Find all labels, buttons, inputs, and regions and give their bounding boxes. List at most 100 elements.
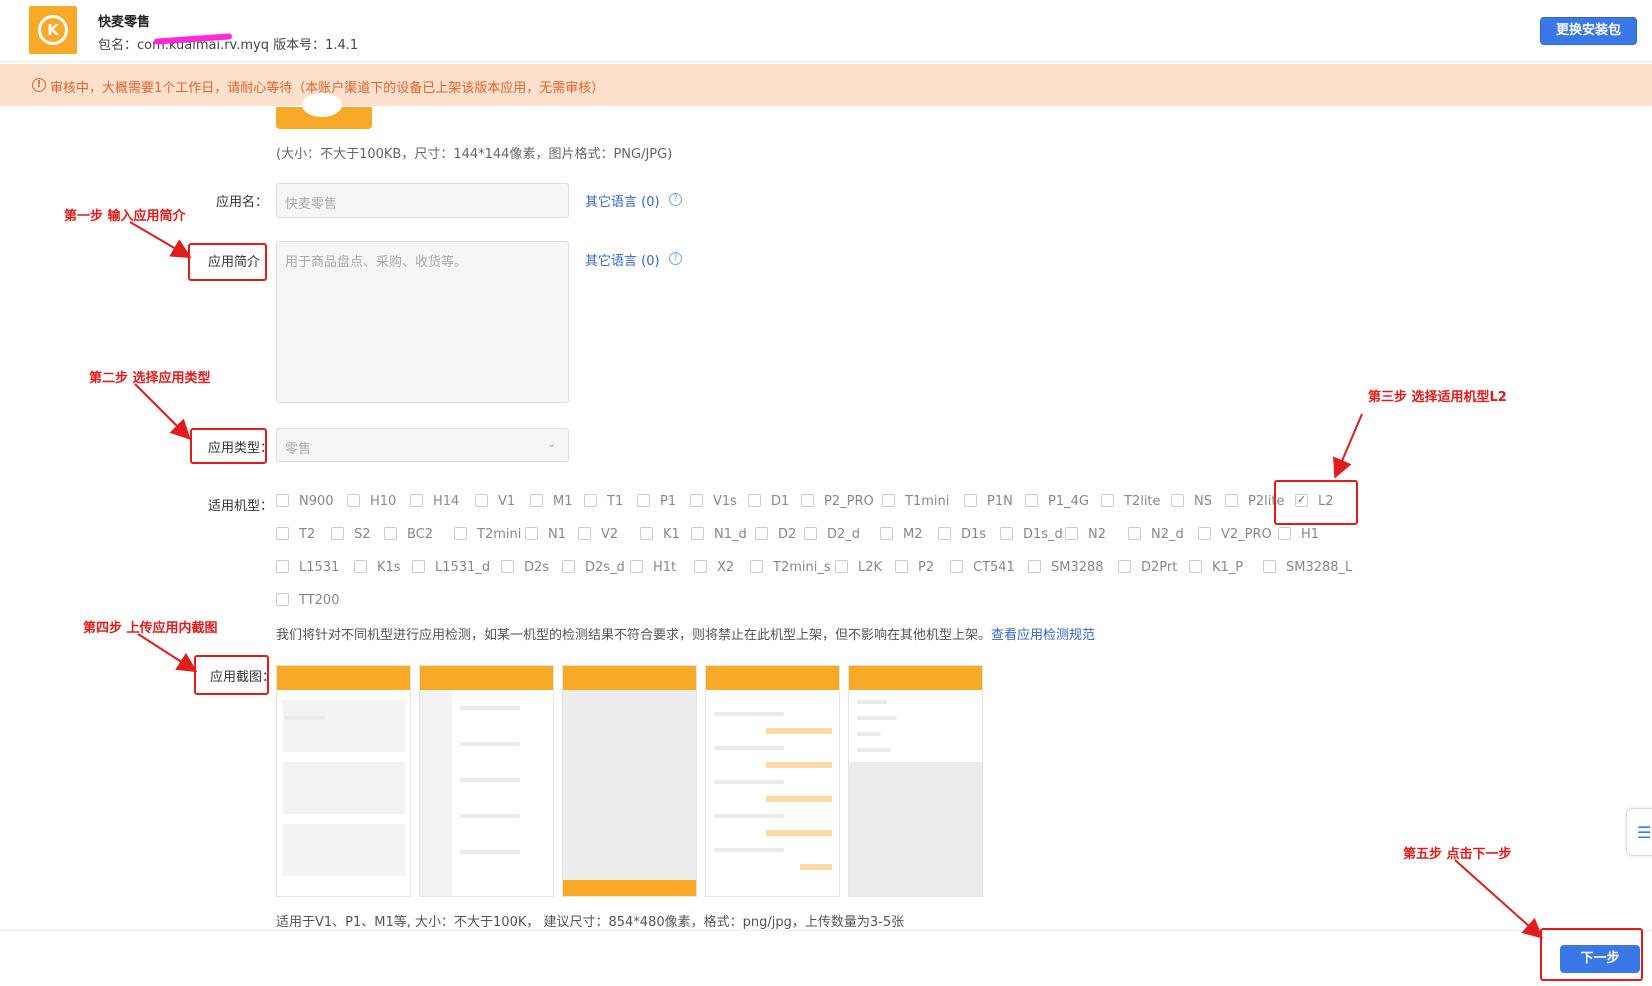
checkbox-icon[interactable] bbox=[1025, 494, 1038, 507]
model-checkbox-d1s_d[interactable]: D1s_d bbox=[1000, 527, 1063, 542]
checkbox-icon[interactable] bbox=[637, 494, 650, 507]
app-screenshot-1[interactable] bbox=[276, 665, 411, 897]
model-checkbox-h10[interactable]: H10 bbox=[347, 494, 396, 509]
other-language-link-intro[interactable]: 其它语言 (0) bbox=[585, 250, 660, 269]
app-icon-preview[interactable] bbox=[276, 93, 372, 129]
model-checkbox-tt200[interactable]: TT200 bbox=[276, 593, 339, 608]
app-screenshot-3[interactable] bbox=[562, 665, 697, 897]
model-checkbox-l1531[interactable]: L1531 bbox=[276, 560, 339, 575]
model-checkbox-d2[interactable]: D2 bbox=[755, 527, 796, 542]
checkbox-icon[interactable] bbox=[475, 494, 488, 507]
model-checkbox-ct541[interactable]: CT541 bbox=[950, 560, 1015, 575]
model-checkbox-h1[interactable]: H1 bbox=[1278, 527, 1319, 542]
checkbox-icon[interactable] bbox=[525, 527, 538, 540]
other-language-link-name[interactable]: 其它语言 (0) bbox=[585, 191, 660, 210]
checkbox-icon[interactable] bbox=[1028, 560, 1041, 573]
checkbox-icon[interactable] bbox=[530, 494, 543, 507]
checkbox-icon[interactable] bbox=[354, 560, 367, 573]
model-checkbox-sm3288_l[interactable]: SM3288_L bbox=[1263, 560, 1352, 575]
checkbox-icon[interactable] bbox=[1000, 527, 1013, 540]
model-checkbox-d1s[interactable]: D1s bbox=[938, 527, 986, 542]
checkbox-icon[interactable] bbox=[276, 560, 289, 573]
checkbox-icon[interactable] bbox=[630, 560, 643, 573]
checkbox-icon[interactable] bbox=[801, 494, 814, 507]
checkbox-icon[interactable] bbox=[1189, 560, 1202, 573]
checkbox-icon[interactable] bbox=[384, 527, 397, 540]
checkbox-icon[interactable] bbox=[562, 560, 575, 573]
checkbox-icon[interactable] bbox=[1198, 527, 1211, 540]
model-checkbox-x2[interactable]: X2 bbox=[694, 560, 734, 575]
help-icon[interactable]: ? bbox=[669, 252, 682, 265]
help-icon[interactable]: ? bbox=[669, 193, 682, 206]
model-checkbox-h14[interactable]: H14 bbox=[410, 494, 459, 509]
model-checkbox-n900[interactable]: N900 bbox=[276, 494, 334, 509]
checkbox-icon[interactable] bbox=[964, 494, 977, 507]
model-checkbox-t2mini_s[interactable]: T2mini_s bbox=[750, 560, 831, 575]
model-checkbox-p2[interactable]: P2 bbox=[895, 560, 934, 575]
model-checkbox-v2[interactable]: V2 bbox=[578, 527, 618, 542]
checkbox-icon[interactable] bbox=[410, 494, 423, 507]
model-checkbox-v1s[interactable]: V1s bbox=[690, 494, 737, 509]
app-type-select[interactable]: 零售 ⌄ bbox=[276, 428, 569, 462]
model-checkbox-n1[interactable]: N1 bbox=[525, 527, 566, 542]
model-checkbox-v2_pro[interactable]: V2_PRO bbox=[1198, 527, 1272, 542]
checkbox-icon[interactable] bbox=[1171, 494, 1184, 507]
model-checkbox-p1n[interactable]: P1N bbox=[964, 494, 1013, 509]
checkbox-icon[interactable] bbox=[276, 593, 289, 606]
model-checkbox-sm3288[interactable]: SM3288 bbox=[1028, 560, 1104, 575]
checkbox-icon[interactable] bbox=[1101, 494, 1114, 507]
checkbox-icon[interactable] bbox=[691, 527, 704, 540]
checkbox-icon[interactable] bbox=[276, 494, 289, 507]
model-checkbox-t2mini[interactable]: T2mini bbox=[454, 527, 521, 542]
checkbox-icon[interactable] bbox=[584, 494, 597, 507]
model-checkbox-t2lite[interactable]: T2lite bbox=[1101, 494, 1161, 509]
model-checkbox-d2prt[interactable]: D2Prt bbox=[1118, 560, 1177, 575]
check-spec-link[interactable]: 查看应用检测规范 bbox=[991, 628, 1095, 643]
model-checkbox-d2_d[interactable]: D2_d bbox=[804, 527, 860, 542]
checkbox-icon[interactable] bbox=[501, 560, 514, 573]
model-checkbox-d2s_d[interactable]: D2s_d bbox=[562, 560, 625, 575]
side-feedback-tab[interactable]: ☰ bbox=[1626, 808, 1652, 856]
model-checkbox-n1_d[interactable]: N1_d bbox=[691, 527, 747, 542]
checkbox-icon[interactable] bbox=[1065, 527, 1078, 540]
model-checkbox-l2k[interactable]: L2K bbox=[835, 560, 882, 575]
checkbox-icon[interactable] bbox=[880, 527, 893, 540]
model-checkbox-m2[interactable]: M2 bbox=[880, 527, 923, 542]
model-checkbox-l1531_d[interactable]: L1531_d bbox=[412, 560, 490, 575]
checkbox-icon[interactable] bbox=[755, 527, 768, 540]
model-checkbox-bc2[interactable]: BC2 bbox=[384, 527, 433, 542]
model-checkbox-m1[interactable]: M1 bbox=[530, 494, 573, 509]
model-checkbox-d2s[interactable]: D2s bbox=[501, 560, 549, 575]
checkbox-icon[interactable] bbox=[835, 560, 848, 573]
checkbox-icon[interactable] bbox=[276, 527, 289, 540]
checkbox-icon[interactable] bbox=[750, 560, 763, 573]
checkbox-icon[interactable] bbox=[882, 494, 895, 507]
app-intro-textarea[interactable]: 用于商品盘点、采购、收货等。 bbox=[276, 241, 569, 403]
model-checkbox-p1_4g[interactable]: P1_4G bbox=[1025, 494, 1089, 509]
app-screenshot-4[interactable] bbox=[705, 665, 840, 897]
checkbox-icon[interactable] bbox=[694, 560, 707, 573]
checkbox-icon[interactable] bbox=[578, 527, 591, 540]
checkbox-icon[interactable] bbox=[1225, 494, 1238, 507]
checkbox-icon[interactable] bbox=[1118, 560, 1131, 573]
model-checkbox-k1[interactable]: K1 bbox=[640, 527, 680, 542]
model-checkbox-n2[interactable]: N2 bbox=[1065, 527, 1106, 542]
checkbox-icon[interactable] bbox=[1128, 527, 1141, 540]
model-checkbox-v1[interactable]: V1 bbox=[475, 494, 515, 509]
model-checkbox-d1[interactable]: D1 bbox=[748, 494, 789, 509]
model-checkbox-k1s[interactable]: K1s bbox=[354, 560, 401, 575]
checkbox-icon[interactable] bbox=[412, 560, 425, 573]
model-checkbox-s2[interactable]: S2 bbox=[331, 527, 371, 542]
checkbox-icon[interactable] bbox=[938, 527, 951, 540]
app-screenshot-2[interactable] bbox=[419, 665, 554, 897]
model-checkbox-p1[interactable]: P1 bbox=[637, 494, 676, 509]
checkbox-icon[interactable] bbox=[640, 527, 653, 540]
checkbox-icon[interactable] bbox=[690, 494, 703, 507]
checkbox-icon[interactable] bbox=[895, 560, 908, 573]
checkbox-icon[interactable] bbox=[454, 527, 467, 540]
model-checkbox-k1_p[interactable]: K1_P bbox=[1189, 560, 1243, 575]
model-checkbox-p2_pro[interactable]: P2_PRO bbox=[801, 494, 874, 509]
model-checkbox-t2[interactable]: T2 bbox=[276, 527, 315, 542]
app-name-input[interactable]: 快麦零售 bbox=[276, 183, 569, 218]
model-checkbox-h1t[interactable]: H1t bbox=[630, 560, 676, 575]
